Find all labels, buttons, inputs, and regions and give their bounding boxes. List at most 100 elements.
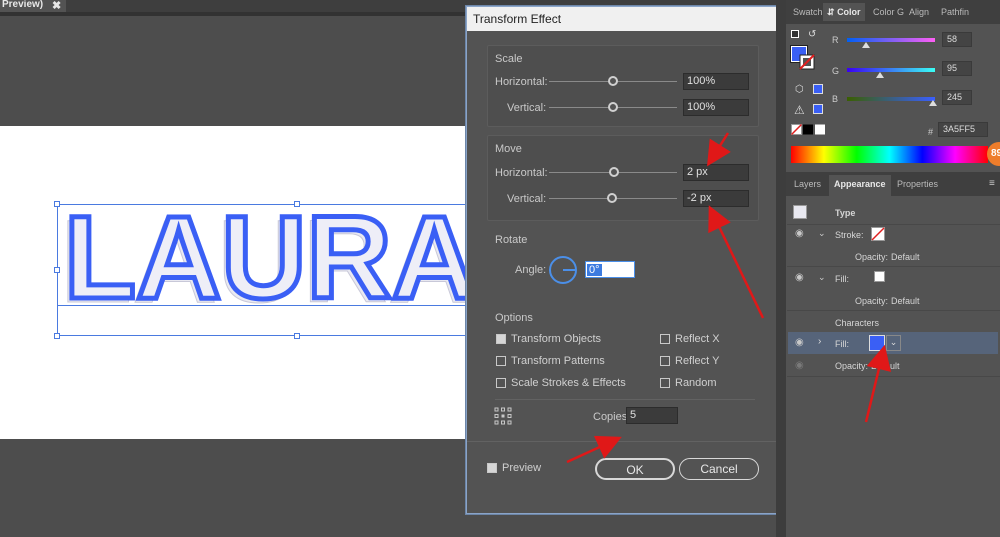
b-field[interactable]: 245 bbox=[942, 90, 972, 105]
footer-divider bbox=[467, 441, 778, 442]
g-label: G bbox=[832, 66, 840, 76]
tab-swatches[interactable]: Swatch bbox=[793, 3, 823, 21]
reflect-x-label: Reflect X bbox=[675, 333, 720, 345]
angle-label: Angle: bbox=[515, 264, 547, 276]
options-divider bbox=[495, 399, 755, 400]
opacity-label: Opacity: bbox=[855, 252, 889, 262]
opacity-value[interactable]: Default bbox=[891, 252, 920, 262]
move-section-label: Move bbox=[495, 143, 522, 155]
default-colors-icon[interactable] bbox=[791, 30, 799, 38]
copies-label: Copies bbox=[593, 411, 628, 423]
dialog-title: Transform Effect bbox=[467, 7, 778, 31]
b-slider-thumb[interactable] bbox=[929, 100, 937, 106]
selection-handle[interactable] bbox=[54, 333, 60, 339]
tab-properties[interactable]: Properties bbox=[897, 175, 938, 193]
warning-icon[interactable]: ⚠ bbox=[794, 103, 805, 117]
none-black-white-swatches[interactable] bbox=[791, 124, 827, 135]
document-tab-title: Preview) bbox=[2, 0, 44, 10]
eye-icon[interactable]: ◉ bbox=[795, 273, 807, 283]
r-slider-track[interactable] bbox=[847, 38, 935, 42]
reflect-x-checkbox[interactable] bbox=[660, 334, 670, 344]
g-slider-track[interactable] bbox=[847, 68, 935, 72]
scale-horizontal-slider[interactable] bbox=[608, 76, 618, 86]
selection-handle[interactable] bbox=[294, 201, 300, 207]
angle-value: 0° bbox=[587, 264, 602, 276]
move-vertical-slider[interactable] bbox=[607, 193, 617, 203]
reference-point-icon[interactable] bbox=[494, 407, 512, 425]
r-label: R bbox=[832, 35, 839, 45]
move-vertical-field[interactable]: -2 px bbox=[683, 190, 749, 207]
move-vertical-label: Vertical: bbox=[507, 193, 547, 205]
ok-button[interactable]: OK bbox=[595, 458, 675, 480]
fill-label: Fill: bbox=[835, 274, 849, 284]
opacity-value[interactable]: Default bbox=[871, 361, 900, 371]
cancel-button[interactable]: Cancel bbox=[679, 458, 759, 480]
tab-align[interactable]: Align bbox=[909, 3, 929, 21]
char-fill-label: Fill: bbox=[835, 339, 849, 349]
scale-vertical-field[interactable]: 100% bbox=[683, 99, 749, 116]
fill-dropdown-chevron-icon[interactable]: ⌄ bbox=[886, 335, 901, 351]
panel-menu-icon[interactable]: ≡ bbox=[989, 178, 995, 189]
stroke-none-swatch[interactable] bbox=[799, 54, 815, 70]
selection-handle[interactable] bbox=[54, 201, 60, 207]
transform-patterns-checkbox[interactable] bbox=[496, 356, 506, 366]
stroke-none-swatch[interactable] bbox=[871, 227, 885, 241]
cube-icon[interactable]: ⬡ bbox=[795, 84, 804, 95]
transform-objects-label: Transform Objects bbox=[511, 333, 602, 345]
reflect-y-checkbox[interactable] bbox=[660, 356, 670, 366]
reflect-y-label: Reflect Y bbox=[675, 355, 720, 367]
eye-icon[interactable]: ◉ bbox=[795, 229, 807, 239]
angle-dial-icon[interactable] bbox=[548, 255, 578, 285]
move-horizontal-field[interactable]: 2 px bbox=[683, 164, 749, 181]
scale-horizontal-label: Horizontal: bbox=[495, 76, 548, 88]
fill-white-swatch[interactable] bbox=[874, 271, 885, 282]
preview-checkbox[interactable] bbox=[487, 463, 497, 473]
angle-field[interactable]: 0° bbox=[585, 261, 635, 278]
b-slider-track[interactable] bbox=[847, 97, 935, 101]
move-horizontal-slider[interactable] bbox=[609, 167, 619, 177]
eye-icon[interactable]: ◉ bbox=[795, 338, 807, 348]
transform-effect-dialog: Transform Effect Scale Horizontal: 100% … bbox=[466, 6, 779, 514]
tab-color[interactable]: ⇵ Color bbox=[823, 3, 865, 21]
tab-layers[interactable]: Layers bbox=[794, 175, 821, 193]
scale-strokes-checkbox[interactable] bbox=[496, 378, 506, 388]
tab-pathfinder[interactable]: Pathfin bbox=[941, 3, 969, 21]
g-field[interactable]: 95 bbox=[942, 61, 972, 76]
transform-patterns-label: Transform Patterns bbox=[511, 355, 605, 367]
type-label: Type bbox=[835, 208, 856, 218]
scale-section-label: Scale bbox=[495, 53, 523, 65]
scale-strokes-label: Scale Strokes & Effects bbox=[511, 377, 626, 389]
gamut-swatch[interactable] bbox=[813, 84, 823, 94]
opacity-value[interactable]: Default bbox=[891, 296, 920, 306]
chevron-right-icon[interactable]: › bbox=[818, 336, 821, 347]
close-icon[interactable]: ✖ bbox=[52, 0, 62, 12]
chevron-down-icon[interactable]: ⌄ bbox=[818, 272, 826, 283]
tab-appearance[interactable]: Appearance bbox=[829, 175, 891, 196]
color-spectrum[interactable] bbox=[791, 146, 988, 163]
copies-field[interactable]: 5 bbox=[626, 407, 678, 424]
random-checkbox[interactable] bbox=[660, 378, 670, 388]
hex-field[interactable]: 3A5FF5 bbox=[938, 122, 988, 137]
scale-vertical-label: Vertical: bbox=[507, 102, 547, 114]
b-label: B bbox=[832, 94, 839, 104]
eye-icon[interactable]: ◉ bbox=[795, 361, 807, 371]
scale-horizontal-field[interactable]: 100% bbox=[683, 73, 749, 90]
row-divider bbox=[787, 376, 1000, 377]
options-section-label: Options bbox=[495, 312, 533, 324]
web-safe-swatch[interactable] bbox=[813, 104, 823, 114]
opacity-label: Opacity: bbox=[835, 361, 869, 371]
transform-objects-checkbox[interactable] bbox=[496, 334, 506, 344]
chevron-down-icon[interactable]: ⌄ bbox=[818, 228, 826, 239]
random-label: Random bbox=[675, 377, 717, 389]
r-field[interactable]: 58 bbox=[942, 32, 972, 47]
selection-bounding-box[interactable] bbox=[57, 204, 477, 336]
r-slider-thumb[interactable] bbox=[862, 42, 870, 48]
swap-colors-icon[interactable]: ↺ bbox=[808, 29, 816, 40]
g-slider-thumb[interactable] bbox=[876, 72, 884, 78]
tab-color-guide[interactable]: Color G bbox=[873, 3, 904, 21]
char-fill-swatch[interactable] bbox=[869, 335, 885, 351]
scale-vertical-slider[interactable] bbox=[608, 102, 618, 112]
selection-handle[interactable] bbox=[294, 333, 300, 339]
selection-handle[interactable] bbox=[54, 267, 60, 273]
opacity-label: Opacity: bbox=[855, 296, 889, 306]
